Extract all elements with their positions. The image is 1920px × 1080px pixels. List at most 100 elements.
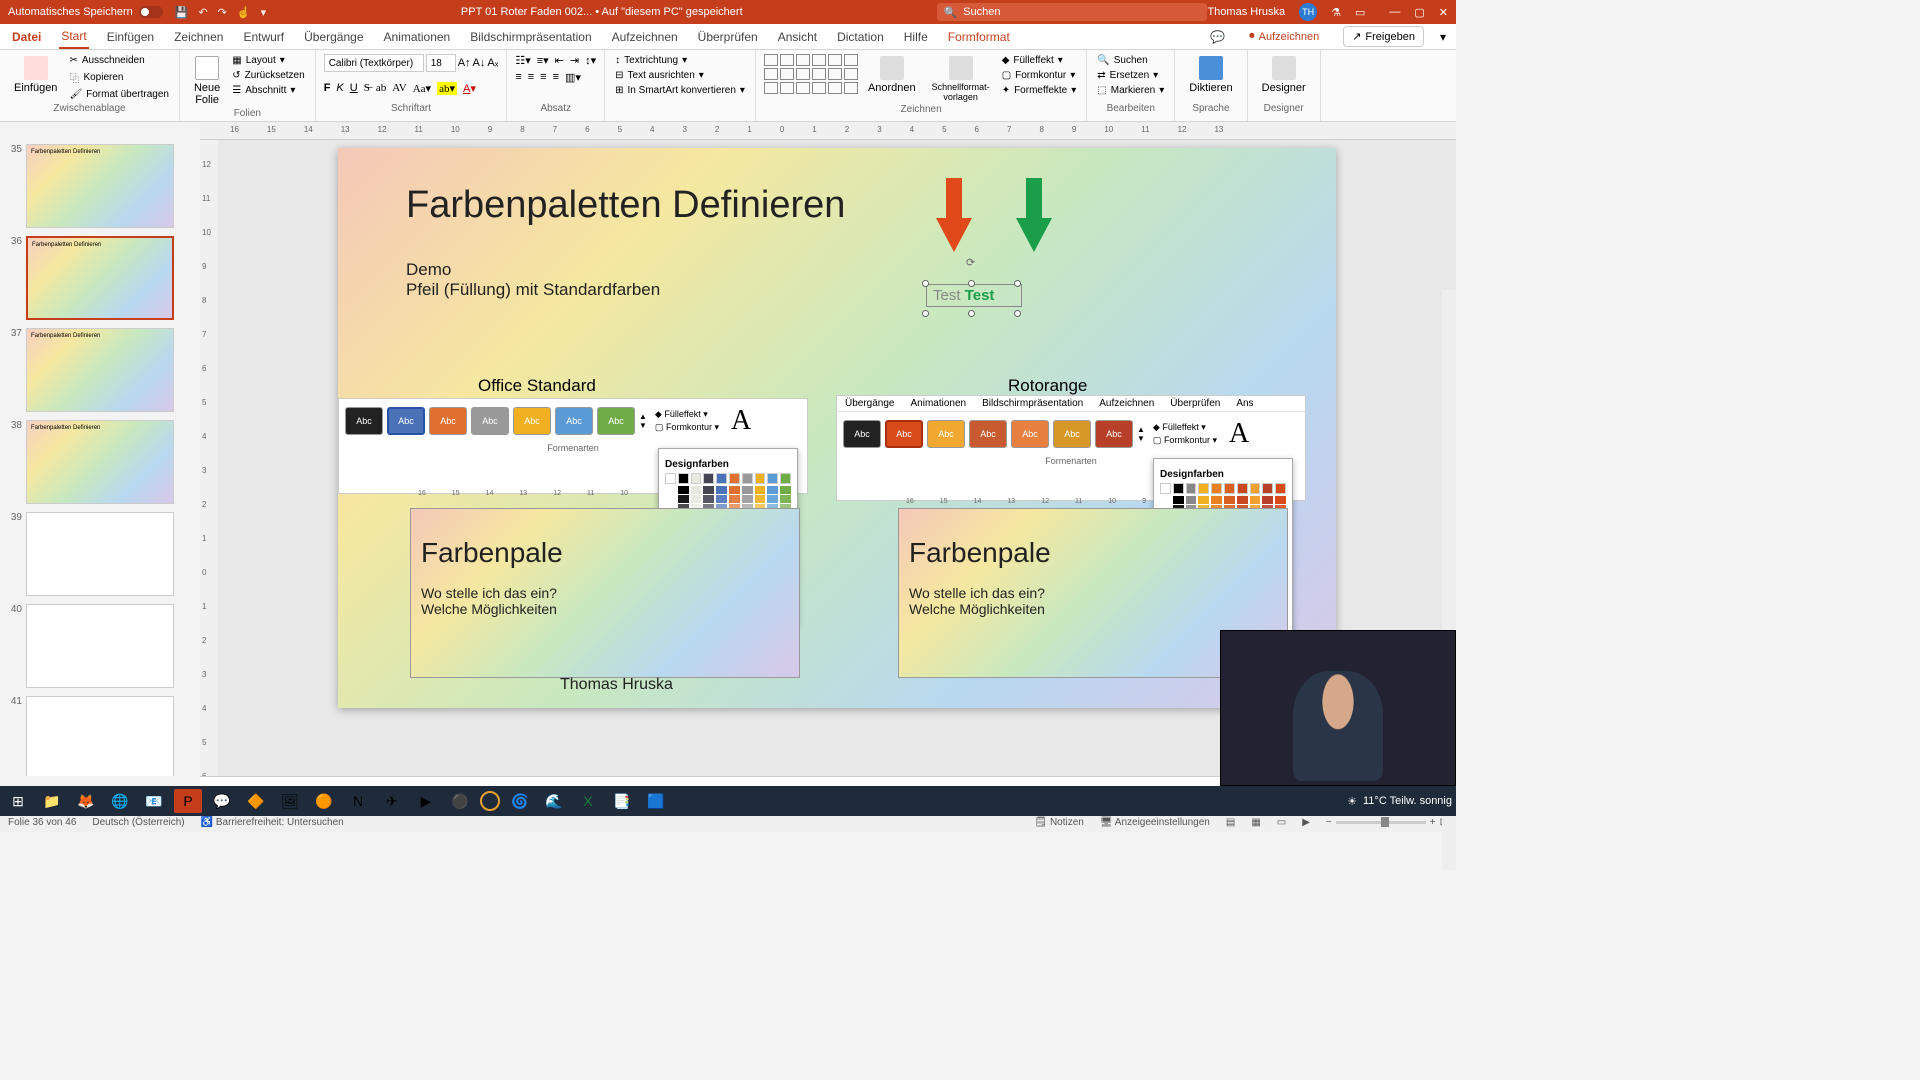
align-right-icon[interactable]: ≡ xyxy=(540,71,546,84)
selection-handle[interactable] xyxy=(968,310,975,317)
explorer-icon[interactable]: 📁 xyxy=(38,789,66,813)
chrome-icon[interactable]: 🌐 xyxy=(106,789,134,813)
justify-icon[interactable]: ≡ xyxy=(553,71,559,84)
slide[interactable]: Farbenpaletten Definieren Demo Pfeil (Fü… xyxy=(338,148,1336,708)
app-icon[interactable]: ▶ xyxy=(412,789,440,813)
italic-button[interactable]: K xyxy=(336,82,343,95)
spacing-button[interactable]: AV xyxy=(392,82,406,95)
tab-transitions[interactable]: Übergänge xyxy=(302,26,365,48)
obs-icon[interactable]: ⚫ xyxy=(446,789,474,813)
firefox-icon[interactable]: 🦊 xyxy=(72,789,100,813)
paste-button[interactable]: Einfügen xyxy=(8,54,63,96)
selection-handle[interactable] xyxy=(1014,310,1021,317)
powerpoint-icon[interactable]: P xyxy=(174,789,202,813)
coming-soon-icon[interactable]: ⚗ xyxy=(1331,6,1341,19)
notes-button[interactable]: 🗒 Notizen xyxy=(1034,817,1083,828)
shapes-gallery[interactable] xyxy=(764,54,858,94)
chevron-down-icon[interactable]: ▾ xyxy=(1440,30,1446,44)
tab-animations[interactable]: Animationen xyxy=(382,26,453,48)
dictate-button[interactable]: Diktieren xyxy=(1183,54,1238,96)
strike-button[interactable]: S̶ xyxy=(364,82,370,95)
rotate-handle-icon[interactable]: ⟳ xyxy=(966,256,975,269)
format-painter-button[interactable]: 🖌 Format übertragen xyxy=(67,88,171,101)
tab-record[interactable]: Aufzeichnen xyxy=(610,26,680,48)
language-status[interactable]: Deutsch (Österreich) xyxy=(92,817,184,828)
font-color-button[interactable]: A▾ xyxy=(463,82,476,95)
section-button[interactable]: ☰ Abschnitt ▾ xyxy=(230,84,306,97)
tab-shapeformat[interactable]: Formformat xyxy=(946,26,1012,48)
cut-button[interactable]: ✂ Ausschneiden xyxy=(67,54,171,67)
slide-thumbnail[interactable]: 37Farbenpaletten Definieren xyxy=(4,328,196,412)
bullets-icon[interactable]: ☷▾ xyxy=(515,54,530,67)
linespacing-icon[interactable]: ↕▾ xyxy=(585,54,596,67)
user-name[interactable]: Thomas Hruska xyxy=(1207,6,1285,18)
save-icon[interactable]: 💾 xyxy=(175,6,189,19)
effects-button[interactable]: ✦ Formeffekte ▾ xyxy=(1000,84,1079,97)
new-slide-button[interactable]: Neue Folie xyxy=(188,54,226,108)
outlook-icon[interactable]: 📧 xyxy=(140,789,168,813)
selection-handle[interactable] xyxy=(922,310,929,317)
highlight-button[interactable]: ab▾ xyxy=(437,82,457,95)
ruler-vertical[interactable]: 12111098765432101234567 xyxy=(200,140,218,776)
select-button[interactable]: ⬚ Markieren ▾ xyxy=(1095,84,1166,97)
zoom-control[interactable]: − + ⊡ xyxy=(1326,817,1448,828)
tab-start[interactable]: Start xyxy=(59,25,88,49)
tab-draw[interactable]: Zeichnen xyxy=(172,26,225,48)
case-button[interactable]: Aa▾ xyxy=(413,82,431,95)
slide-title[interactable]: Farbenpaletten Definieren xyxy=(406,184,845,227)
shadow-button[interactable]: ab xyxy=(376,82,386,95)
minimize-icon[interactable]: — xyxy=(1389,6,1400,19)
selection-handle[interactable] xyxy=(1014,280,1021,287)
outline-button[interactable]: ▢ Formkontur ▾ xyxy=(1000,69,1079,82)
grow-font-icon[interactable]: A↑ xyxy=(458,57,471,69)
slide-counter[interactable]: Folie 36 von 46 xyxy=(8,817,76,828)
app-icon[interactable]: 🌀 xyxy=(506,789,534,813)
view-reading-icon[interactable]: ▭ xyxy=(1277,817,1286,828)
touch-icon[interactable]: ☝ xyxy=(237,6,251,19)
avatar[interactable]: TH xyxy=(1299,3,1317,21)
tab-review[interactable]: Überprüfen xyxy=(696,26,760,48)
autosave-toggle[interactable]: Automatisches Speichern xyxy=(8,6,163,18)
excel-icon[interactable]: X xyxy=(574,789,602,813)
slide-thumbnail[interactable]: 41 xyxy=(4,696,196,776)
columns-icon[interactable]: ▥▾ xyxy=(565,71,581,84)
copy-button[interactable]: ⿻ Kopieren xyxy=(67,69,171,86)
tab-help[interactable]: Hilfe xyxy=(902,26,930,48)
app-icon[interactable]: 💬 xyxy=(208,789,236,813)
zoom-slider[interactable] xyxy=(1336,821,1426,824)
app-icon[interactable]: 🟠 xyxy=(310,789,338,813)
display-settings-button[interactable]: 🖥 Anzeigeeinstellungen xyxy=(1100,817,1210,828)
tab-insert[interactable]: Einfügen xyxy=(105,26,156,48)
share-button[interactable]: ↗ Freigeben xyxy=(1343,26,1424,47)
indent-icon[interactable]: ⇥ xyxy=(570,54,579,67)
text-direction-button[interactable]: ↕ Textrichtung ▾ xyxy=(613,54,747,67)
toggle-switch[interactable] xyxy=(139,6,163,18)
redo-icon[interactable]: ↷ xyxy=(218,6,227,19)
search-box[interactable]: 🔍 Suchen xyxy=(937,3,1207,21)
numbering-icon[interactable]: ≡▾ xyxy=(537,54,549,67)
ruler-horizontal[interactable]: 1615141312111098765432101234567891011121… xyxy=(200,122,1456,140)
orange-arrow-shape[interactable] xyxy=(936,178,972,252)
maximize-icon[interactable]: ▢ xyxy=(1414,6,1424,19)
arrange-button[interactable]: Anordnen xyxy=(862,54,922,96)
close-icon[interactable]: ✕ xyxy=(1439,6,1448,19)
view-normal-icon[interactable]: ▤ xyxy=(1226,817,1235,828)
slide-thumbnail[interactable]: 39 xyxy=(4,512,196,596)
font-size-input[interactable] xyxy=(426,54,456,72)
tab-file[interactable]: Datei xyxy=(10,26,43,48)
zoom-out-icon[interactable]: − xyxy=(1326,817,1332,828)
accessibility-status[interactable]: ♿ Barrierefreiheit: Untersuchen xyxy=(201,817,344,828)
quick-styles-button[interactable]: Schnellformat- vorlagen xyxy=(926,54,996,104)
telegram-icon[interactable]: ✈ xyxy=(378,789,406,813)
slide-thumbnails[interactable]: 35Farbenpaletten Definieren36Farbenpalet… xyxy=(0,140,200,776)
designer-button[interactable]: Designer xyxy=(1256,54,1312,96)
vlc-icon[interactable]: 🔶 xyxy=(242,789,270,813)
replace-button[interactable]: ⇄ Ersetzen ▾ xyxy=(1095,69,1166,82)
slide-thumbnail[interactable]: 38Farbenpaletten Definieren xyxy=(4,420,196,504)
outdent-icon[interactable]: ⇤ xyxy=(555,54,564,67)
tab-design[interactable]: Entwurf xyxy=(241,26,286,48)
tab-dictation[interactable]: Dictation xyxy=(835,26,886,48)
find-button[interactable]: 🔍 Suchen xyxy=(1095,54,1166,67)
app-icon[interactable]: 📑 xyxy=(608,789,636,813)
weather-widget[interactable]: ☀ 11°C Teilw. sonnig xyxy=(1347,795,1452,808)
